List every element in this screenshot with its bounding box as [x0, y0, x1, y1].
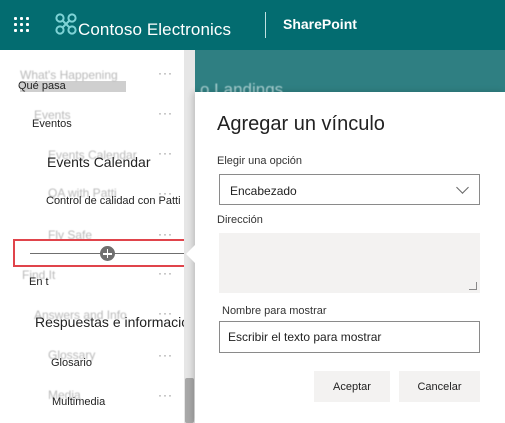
add-circle-icon[interactable] [100, 246, 115, 261]
nav-scrollbar[interactable] [184, 50, 195, 423]
waffle-icon[interactable] [14, 17, 30, 33]
option-label: Elegir una opción [217, 155, 303, 167]
address-label: Dirección [217, 214, 263, 226]
accept-button[interactable]: Aceptar [314, 371, 390, 402]
nav-item-eventos[interactable]: Eventos [32, 118, 72, 130]
nav-item-glosario[interactable]: Glosario [51, 357, 92, 369]
address-field[interactable] [219, 233, 480, 293]
display-name-field[interactable] [228, 328, 468, 346]
nav-scrollbar-thumb[interactable] [185, 378, 194, 423]
more-options-icon[interactable]: ··· [158, 266, 173, 280]
more-options-icon[interactable]: ··· [158, 106, 173, 120]
display-name-label: Nombre para mostrar [222, 305, 327, 317]
more-options-icon[interactable]: ··· [158, 146, 173, 160]
more-options-icon[interactable]: ··· [158, 388, 173, 402]
suite-bar-divider [265, 12, 266, 38]
cancel-button[interactable]: Cancelar [399, 371, 480, 402]
contoso-logo-icon[interactable] [55, 13, 77, 35]
nav-item-que-pasa[interactable]: Qué pasa [18, 80, 66, 92]
option-dropdown-value: Encabezado [230, 184, 297, 198]
panel-title: Agregar un vínculo [217, 113, 385, 135]
panel-pointer [186, 245, 195, 263]
resize-handle-icon[interactable] [469, 282, 477, 290]
display-name-field-wrapper [219, 321, 480, 353]
option-dropdown[interactable]: Encabezado [219, 174, 480, 205]
more-options-icon[interactable]: ··· [158, 306, 173, 320]
more-options-icon[interactable]: ··· [158, 186, 173, 200]
more-options-icon[interactable]: ··· [158, 66, 173, 80]
nav-item-events-calendar[interactable]: Events Calendar [47, 154, 151, 170]
product-name[interactable]: SharePoint [283, 16, 357, 32]
insert-link-line[interactable] [13, 239, 194, 267]
suite-bar: Contoso Electronics SharePoint [0, 0, 505, 50]
more-options-icon[interactable]: ··· [158, 348, 173, 362]
chevron-down-icon [456, 181, 469, 194]
nav-item-find-it[interactable]: En t [29, 276, 49, 288]
nav-item-multimedia[interactable]: Multimedia [52, 396, 105, 408]
site-brand[interactable]: Contoso Electronics [78, 20, 231, 40]
